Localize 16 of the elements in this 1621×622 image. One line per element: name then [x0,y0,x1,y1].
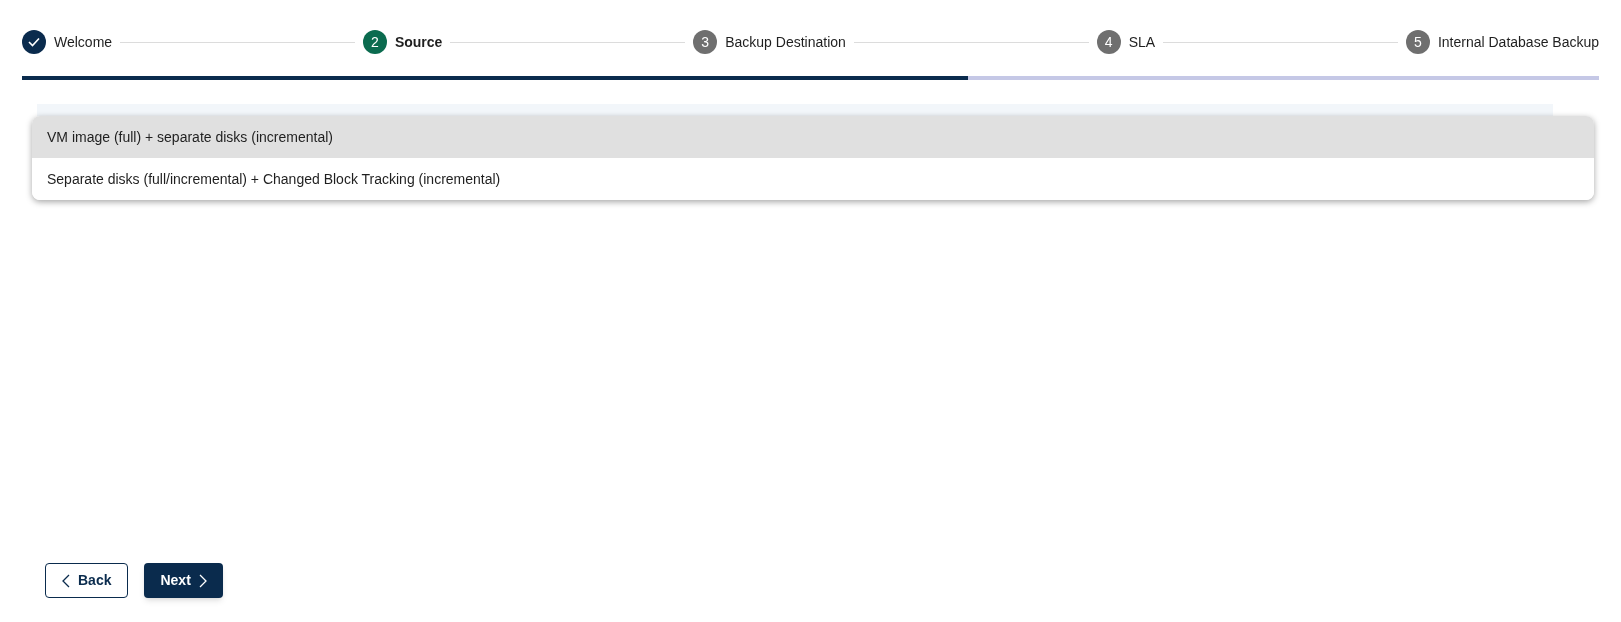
step-label: Source [394,32,443,52]
back-button[interactable]: Back [45,563,129,598]
step-label: SLA [1128,32,1156,52]
chevron-left-icon [62,573,70,588]
step-number: 3 [693,30,718,54]
next-button[interactable]: Next [144,563,223,598]
step-number: 4 [1096,30,1121,54]
dropdown-option[interactable]: Separate disks (full/incremental) + Changed Block Tracking (incremental) [32,158,1594,200]
step-number: 5 [1405,30,1430,54]
step-number: 2 [362,30,387,54]
step-label: Internal Database Backup [1437,32,1600,52]
step-label: Backup Destination [725,32,846,52]
step-label: Welcome [54,32,113,52]
dropdown-option[interactable]: VM image (full) + separate disks (incremental) [32,116,1594,158]
check-icon [22,30,46,54]
chevron-right-icon [198,573,207,588]
